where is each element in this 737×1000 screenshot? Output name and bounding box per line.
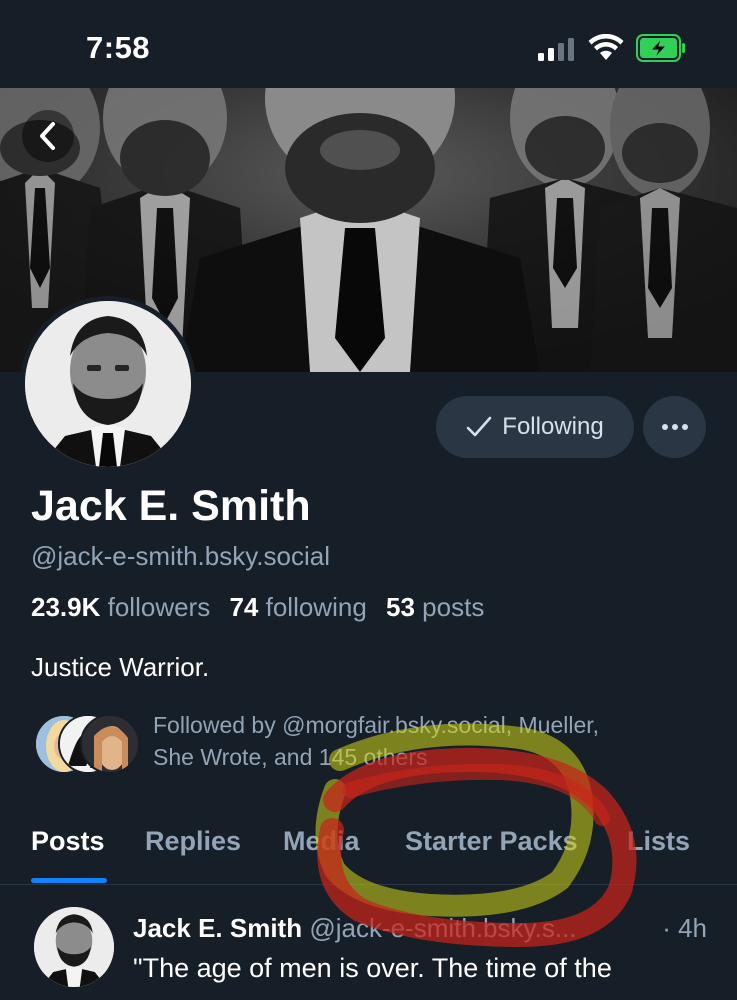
profile-tabs: Posts Replies Media Starter Packs Lists	[0, 810, 737, 885]
followers-stat[interactable]: 23.9K followers	[31, 592, 210, 622]
checkmark-icon	[466, 416, 492, 437]
active-tab-indicator	[31, 878, 107, 883]
tab-posts[interactable]: Posts	[31, 826, 105, 857]
mutual-followers-avatars[interactable]	[34, 714, 140, 774]
followers-label: followers	[107, 592, 211, 622]
post-text: "The age of men is over. The time of the	[133, 953, 612, 983]
profile-handle: @jack-e-smith.bsky.social	[31, 541, 330, 571]
following-stat[interactable]: 74 following	[229, 592, 366, 622]
chevron-left-icon	[40, 122, 55, 150]
followed-by-line2: She Wrote, and 145 others	[153, 744, 428, 770]
more-options-button[interactable]	[643, 396, 706, 458]
following-count: 74	[229, 592, 259, 622]
tab-lists[interactable]: Lists	[627, 826, 690, 857]
post-timestamp: · 4h	[662, 913, 707, 943]
wifi-icon	[588, 34, 624, 60]
followed-by-line1: Followed by @morgfair.bsky.social, Muell…	[153, 712, 600, 738]
status-bar: 7:58	[0, 0, 737, 88]
back-button[interactable]	[22, 110, 74, 162]
profile-display-name: Jack E. Smith	[31, 482, 311, 530]
following-label: following	[265, 592, 367, 622]
followers-count: 23.9K	[31, 592, 101, 622]
following-button-label: Following	[502, 413, 604, 440]
avatar-image	[25, 301, 191, 467]
followed-by-text[interactable]: Followed by @morgfair.bsky.social, Muell…	[153, 709, 713, 773]
tab-starter-packs[interactable]: Starter Packs	[405, 826, 578, 857]
post-author-avatar[interactable]	[34, 907, 114, 987]
ellipsis-icon	[661, 424, 688, 430]
posts-stat: 53 posts	[386, 592, 484, 622]
battery-charging-icon	[636, 34, 685, 62]
post-header: Jack E. Smith @jack-e-smith.bsky.s...	[133, 913, 713, 944]
tab-replies[interactable]: Replies	[145, 826, 241, 857]
mutual-follower-avatar	[80, 714, 140, 774]
status-time: 7:58	[86, 30, 151, 65]
profile-stats: 23.9K followers 74 following 53 posts	[31, 592, 496, 623]
post-author-name[interactable]: Jack E. Smith	[133, 913, 302, 943]
tab-media[interactable]: Media	[283, 826, 360, 857]
profile-bio: Justice Warrior.	[31, 652, 210, 682]
cellular-signal-icon	[538, 38, 574, 61]
posts-count: 53	[386, 592, 415, 622]
profile-avatar[interactable]	[20, 296, 196, 472]
posts-label: posts	[422, 592, 485, 622]
following-button[interactable]: Following	[436, 396, 634, 458]
post-author-handle[interactable]: @jack-e-smith.bsky.s...	[309, 913, 576, 943]
feed-post[interactable]: Jack E. Smith @jack-e-smith.bsky.s... · …	[0, 885, 737, 1000]
